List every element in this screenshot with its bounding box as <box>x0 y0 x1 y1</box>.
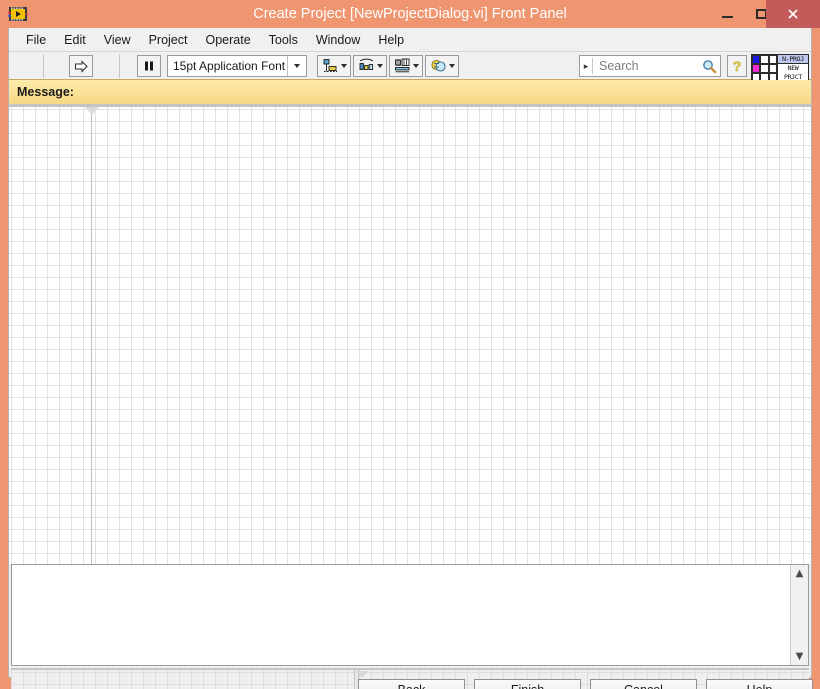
cancel-button[interactable]: Cancel <box>590 679 697 689</box>
scrollbar-track[interactable] <box>791 582 808 648</box>
front-panel-canvas[interactable] <box>9 105 811 564</box>
reorder-icon <box>430 58 447 74</box>
close-icon <box>766 0 820 28</box>
resize-objects-button[interactable] <box>389 55 423 77</box>
toolbar-separator <box>43 54 44 78</box>
run-arrow-icon <box>74 59 89 74</box>
distribute-objects-icon <box>358 58 375 74</box>
labview-front-panel-window: Create Project [NewProjectDialog.vi] Fro… <box>0 0 820 689</box>
search-box[interactable]: ▸ Search <box>579 55 721 77</box>
menu-item-project[interactable]: Project <box>140 30 197 50</box>
vertical-scrollbar[interactable]: ▲ ▼ <box>790 565 808 665</box>
labview-vi-icon <box>8 4 28 24</box>
menu-item-edit[interactable]: Edit <box>55 30 95 50</box>
message-text-pane[interactable]: ▲ ▼ <box>11 564 809 666</box>
chevron-down-icon <box>448 64 455 68</box>
message-label: Message: <box>17 85 74 99</box>
chevron-down-icon <box>376 64 383 68</box>
vi-icon-line-2: NEW <box>787 64 799 72</box>
chevron-down-icon <box>412 64 419 68</box>
back-button[interactable]: Back <box>358 679 465 689</box>
menu-item-help[interactable]: Help <box>369 30 413 50</box>
context-help-button[interactable]: ? <box>727 55 747 77</box>
search-dropdown-icon[interactable]: ▸ <box>580 61 592 72</box>
menu-item-window[interactable]: Window <box>307 30 369 50</box>
pause-button[interactable] <box>137 55 161 77</box>
distribute-objects-button[interactable] <box>353 55 387 77</box>
font-selector[interactable]: 15pt Application Font <box>167 55 307 77</box>
title-bar[interactable]: Create Project [NewProjectDialog.vi] Fro… <box>0 0 820 28</box>
minimize-icon <box>710 0 744 28</box>
scroll-down-arrow-icon[interactable]: ▼ <box>791 648 808 665</box>
scroll-up-arrow-icon[interactable]: ▲ <box>791 565 808 582</box>
pane-divider-line <box>91 107 92 564</box>
message-text-area[interactable] <box>12 565 790 665</box>
menu-item-view[interactable]: View <box>95 30 140 50</box>
align-objects-icon <box>322 58 339 74</box>
close-button[interactable] <box>766 0 820 28</box>
message-banner: Message: <box>9 80 811 105</box>
menu-bar: File Edit View Project Operate Tools Win… <box>9 28 811 52</box>
menu-item-file[interactable]: File <box>17 30 55 50</box>
pane-splitter-grip[interactable] <box>356 671 368 678</box>
menu-item-operate[interactable]: Operate <box>196 30 259 50</box>
pause-icon <box>142 59 156 73</box>
minimize-button[interactable] <box>710 0 744 28</box>
help-button[interactable]: Help <box>706 679 813 689</box>
finish-button[interactable]: Finish <box>474 679 581 689</box>
dialog-button-pane: Back Finish Cancel Help <box>11 668 813 689</box>
reorder-objects-button[interactable] <box>425 55 459 77</box>
chevron-down-icon[interactable] <box>287 56 306 76</box>
question-mark-icon: ? <box>732 58 742 74</box>
toolbar-separator <box>119 54 120 78</box>
align-objects-button[interactable] <box>317 55 351 77</box>
toolbar: 15pt Application Font ▸ Search ? N-PROJ … <box>9 52 811 92</box>
search-icon[interactable] <box>698 59 720 74</box>
font-selector-value: 15pt Application Font <box>173 59 286 73</box>
vi-icon-line-1: N-PROJ <box>778 55 808 64</box>
run-button[interactable] <box>69 55 93 77</box>
menu-item-tools[interactable]: Tools <box>260 30 307 50</box>
search-input[interactable]: Search <box>593 59 698 73</box>
pane-divider-marker[interactable] <box>85 107 99 115</box>
resize-objects-icon <box>394 58 411 74</box>
window-title: Create Project [NewProjectDialog.vi] Fro… <box>253 6 567 22</box>
client-area: File Edit View Project Operate Tools Win… <box>8 28 813 689</box>
chevron-down-icon <box>340 64 347 68</box>
